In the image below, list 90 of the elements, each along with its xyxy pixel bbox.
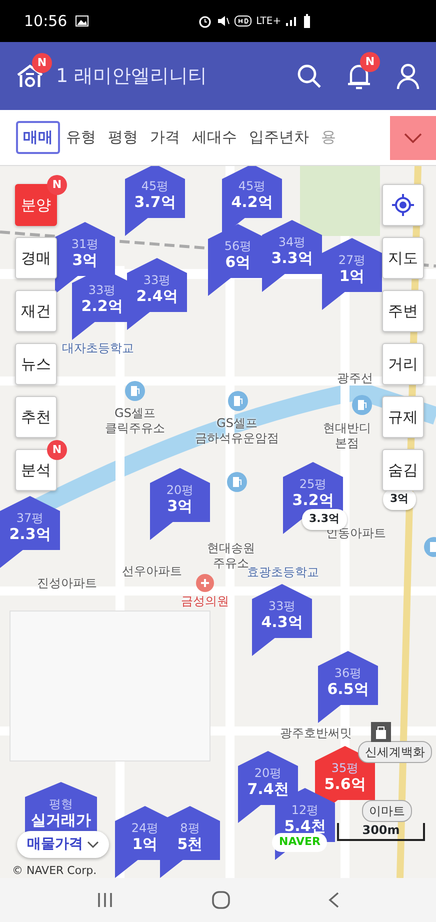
place-label: 광주호반써밋 [280,726,352,741]
filter-tab[interactable]: 매매 [16,121,60,154]
area-label: 34평 [277,235,307,250]
price-label: 6.5억 [326,680,370,700]
recent-apps-icon[interactable] [96,891,114,909]
side-menu-button[interactable]: 뉴스 [15,343,57,385]
price-label: 3.3억 [270,249,314,269]
shopping-bag-icon [371,722,391,742]
price-label: 3억 [166,497,194,517]
price-label: 3.7억 [133,193,177,213]
copyright-text: © NAVER Corp. [12,863,97,878]
place-label: 대자초등학교 [62,341,134,356]
alarm-icon [198,14,212,28]
complex-title: 1 래미안엘리니티 [56,64,208,89]
home-icon[interactable] [210,890,231,910]
place-label: 효광초등학교 [247,565,319,580]
area-label: 27평 [337,253,367,268]
my-location-button[interactable] [382,184,424,226]
filter-tab[interactable]: 평형 [102,122,144,153]
legend-price-label: 실거래가 [30,811,92,831]
area-label: 8평 [179,821,201,836]
map-option-button[interactable]: 숨김 [382,449,424,491]
price-label: 4.2억 [230,193,274,213]
price-label: 1억 [338,267,366,287]
price-label: 1억 [131,835,159,855]
area-label: 31평 [70,237,100,252]
clock-time: 10:56 [24,10,68,32]
price-label: 3.2억 [291,491,335,511]
filter-tab[interactable]: 입주년차 [243,122,315,153]
side-menu-button[interactable]: 경매 [15,237,57,279]
price-label: 2.4억 [135,287,179,307]
new-badge: N [32,53,52,73]
store-label[interactable]: 이마트 [362,800,412,822]
back-icon[interactable] [328,891,340,909]
price-label: 5천 [176,835,204,855]
price-label: 6억 [224,253,252,273]
hd-icon [234,15,252,27]
price-label: 2.2억 [80,297,124,317]
scale-bar: 300m [337,823,425,841]
price-type-dropdown[interactable]: 매물가격 [17,831,109,858]
dropdown-label: 매물가격 [27,835,83,854]
gas-station-icon [228,390,248,411]
network-type: LTE+ [256,14,282,28]
place-label: 금성의원 [181,594,229,609]
store-label[interactable]: 신세계백화 [358,741,432,763]
chevron-down-icon [404,132,422,142]
area-label: 33평 [142,273,172,288]
filter-tab[interactable]: 세대수 [186,122,243,153]
map-option-button[interactable]: 지도 [382,237,424,279]
hospital-icon [196,574,214,592]
area-label: 24평 [130,821,160,836]
place-label: 현대반디 본점 [323,421,371,451]
place-label: 광주선 [337,371,373,386]
gas-station-icon [227,472,247,492]
gas-station-icon [125,380,145,401]
area-label: 25평 [298,477,328,492]
side-menu-button[interactable]: 재건 [15,290,57,332]
legend-area-label: 평형 [48,797,74,812]
map-option-button[interactable]: 주변 [382,290,424,332]
mute-icon [216,14,230,28]
price-label: 3억 [71,251,99,271]
filter-tab[interactable]: 유형 [60,122,102,153]
area-label: 35평 [330,761,360,776]
user-icon[interactable] [396,63,420,89]
naver-logo: NAVER [272,833,328,852]
crosshair-icon [391,193,415,217]
price-bubble[interactable]: 3.3억 [302,509,346,530]
map-option-button[interactable]: 규제 [382,396,424,438]
chevron-down-icon [87,840,99,848]
price-label: 2.3억 [8,525,52,545]
battery-icon [303,14,312,28]
area-label: 33평 [267,599,297,614]
gas-station-icon [352,394,372,415]
area-label: 56평 [223,239,253,254]
area-label: 37평 [15,511,45,526]
side-menu-button[interactable]: 추천 [15,396,57,438]
area-label: 20평 [165,483,195,498]
place-label: 진성아파트 [37,576,97,591]
area-label: 45평 [140,179,170,194]
area-label: 20평 [253,766,283,780]
area-label: 45평 [237,179,267,194]
price-label: 4.3억 [260,613,304,633]
place-label: 선우아파트 [122,564,182,579]
search-icon[interactable] [296,63,322,89]
filter-tab[interactable]: 가격 [144,122,186,153]
area-label: 36평 [333,666,363,680]
new-badge: N [360,52,380,72]
image-icon [75,15,90,27]
place-label: GS셀프 클릭주유소 [105,406,165,436]
map-option-button[interactable]: 거리 [382,343,424,385]
